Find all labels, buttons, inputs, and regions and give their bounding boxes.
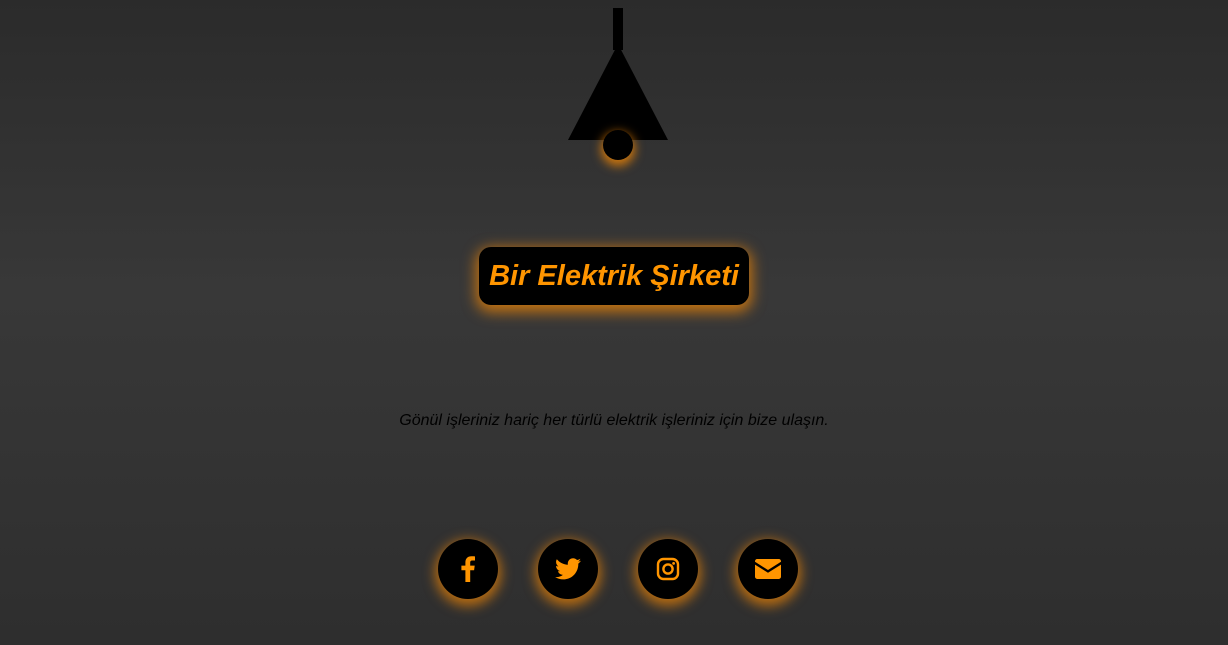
- social-links: [438, 539, 798, 599]
- twitter-icon: [555, 558, 581, 580]
- lamp-shade: [568, 44, 668, 140]
- title-container: Bir Elektrik Şirketi: [0, 247, 1228, 305]
- instagram-button[interactable]: [638, 539, 698, 599]
- facebook-icon: [461, 556, 475, 582]
- hanging-lamp: [568, 8, 668, 168]
- instagram-icon: [656, 557, 680, 581]
- twitter-button[interactable]: [538, 539, 598, 599]
- page-title: Bir Elektrik Şirketi: [479, 247, 749, 305]
- envelope-icon: [755, 559, 781, 579]
- facebook-button[interactable]: [438, 539, 498, 599]
- lamp-bulb: [603, 130, 633, 160]
- email-button[interactable]: [738, 539, 798, 599]
- tagline-text: Gönül işleriniz hariç her türlü elektrik…: [399, 412, 829, 429]
